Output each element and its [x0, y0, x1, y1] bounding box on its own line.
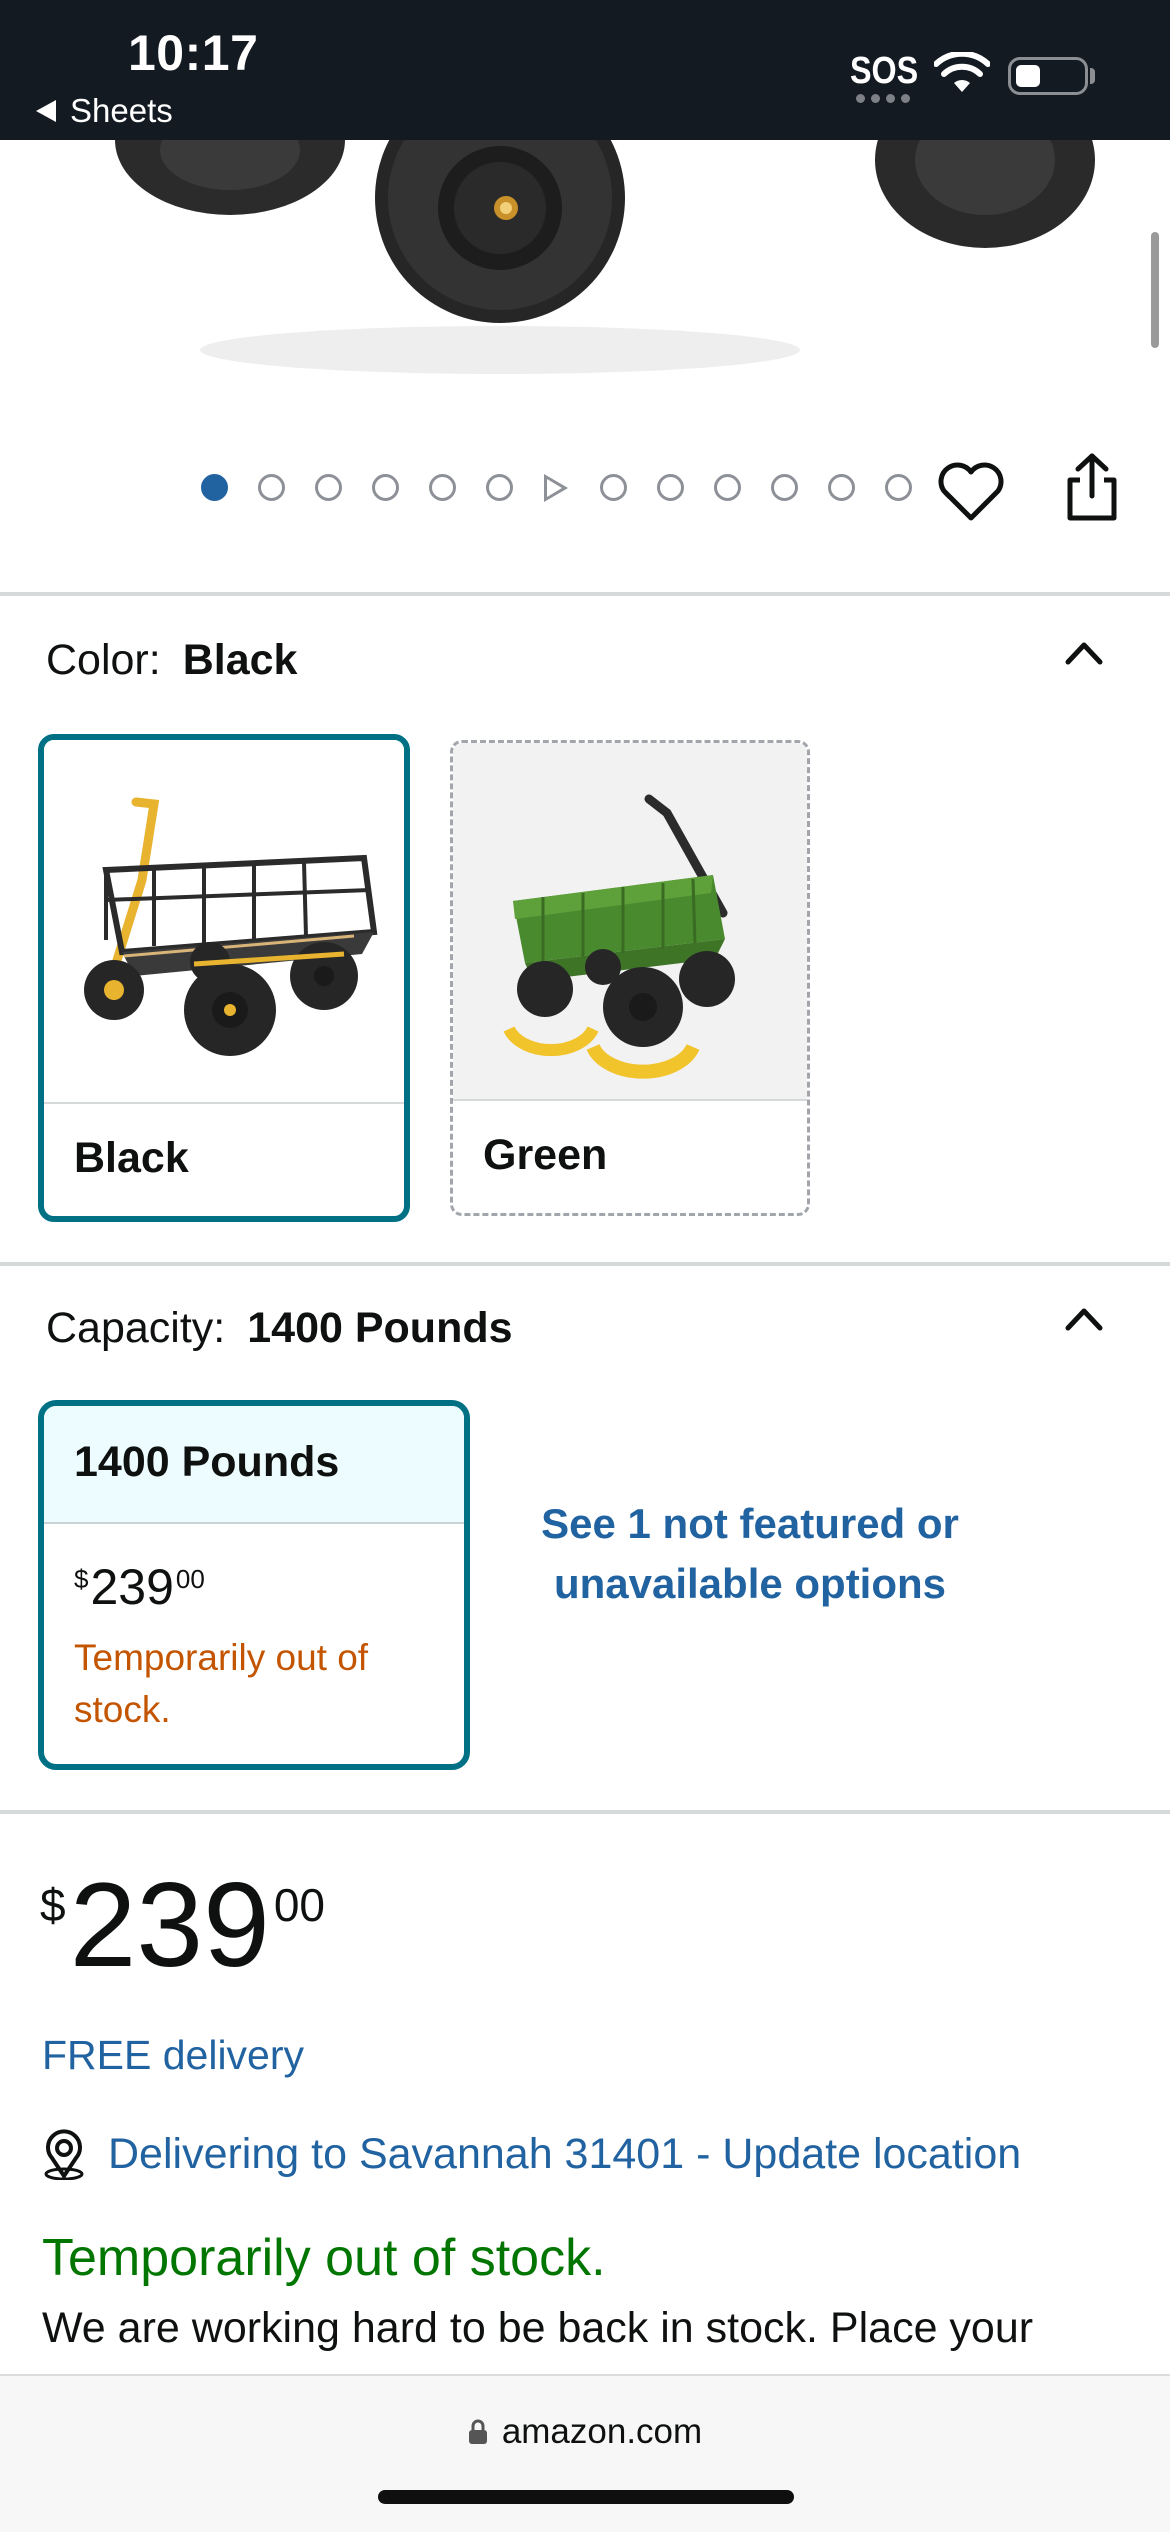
see-unavailable-options-link[interactable]: See 1 not featured or unavailable option…	[520, 1494, 980, 1614]
lock-icon	[468, 2419, 487, 2444]
color-option-black[interactable]: Black	[38, 734, 410, 1222]
back-app-label: Sheets	[70, 92, 173, 129]
battery-icon	[1008, 57, 1088, 95]
back-arrow-icon	[36, 100, 56, 122]
scrollbar-thumb[interactable]	[1151, 232, 1159, 348]
capacity-option-stock-status: Temporarily out of stock.	[74, 1637, 369, 1730]
share-icon[interactable]	[1062, 452, 1122, 524]
chevron-up-icon[interactable]	[1064, 638, 1104, 666]
price-symbol: $	[40, 1879, 66, 1931]
color-option-green-label: Green	[483, 1131, 608, 1179]
price-symbol: $	[74, 1564, 89, 1594]
video-play-icon[interactable]	[544, 474, 568, 502]
carousel-dot[interactable]	[315, 474, 342, 501]
color-label: Color: Black	[46, 636, 297, 685]
capacity-selected-value: 1400 Pounds	[247, 1304, 513, 1352]
section-divider	[0, 1262, 1170, 1266]
carousel-dot[interactable]	[828, 474, 855, 501]
heart-icon[interactable]	[936, 460, 1006, 524]
tile-separator	[453, 1099, 807, 1101]
battery-nub	[1090, 68, 1095, 84]
carousel-dot[interactable]	[429, 474, 456, 501]
tile-separator	[44, 1102, 404, 1104]
status-time: 10:17	[128, 25, 259, 81]
url-text: amazon.com	[501, 2412, 703, 2451]
black-wagon-thumbnail	[44, 740, 404, 1102]
carousel-dot[interactable]	[258, 474, 285, 501]
section-divider	[0, 592, 1170, 596]
capacity-option-price: $ 239 00	[74, 1558, 205, 1616]
sos-indicator: SOS	[850, 50, 919, 92]
price-fraction: 00	[175, 1564, 205, 1594]
signal-dots-icon	[856, 94, 910, 103]
wifi-icon	[934, 52, 990, 92]
back-to-app-button[interactable]: Sheets	[36, 92, 173, 130]
capacity-label: Capacity: 1400 Pounds	[46, 1304, 513, 1353]
color-label-text: Color:	[46, 636, 161, 684]
carousel-dot[interactable]	[486, 474, 513, 501]
carousel-dot[interactable]	[885, 474, 912, 501]
delivery-location-link[interactable]: Delivering to Savannah 31401 - Update lo…	[40, 2128, 1021, 2180]
green-wagon-thumbnail	[453, 743, 807, 1099]
product-price: $ 239 00	[40, 1860, 325, 1990]
color-option-black-label: Black	[74, 1134, 189, 1182]
carousel-dot[interactable]	[714, 474, 741, 501]
black-wagon-image	[84, 797, 378, 1056]
location-pin-icon	[44, 2129, 84, 2180]
carousel-dot[interactable]	[657, 474, 684, 501]
carousel-dot-active[interactable]	[201, 474, 228, 501]
availability-title: Temporarily out of stock.	[42, 2229, 606, 2287]
capacity-label-text: Capacity:	[46, 1304, 226, 1352]
carousel-dot[interactable]	[771, 474, 798, 501]
url-row[interactable]: amazon.com	[0, 2412, 1170, 2452]
color-selected-value: Black	[182, 636, 298, 684]
browser-address-bar[interactable]: amazon.com	[0, 2374, 1170, 2532]
price-fraction: 00	[273, 1879, 325, 1931]
price-whole: 239	[90, 1559, 174, 1615]
color-option-green[interactable]: Green	[450, 740, 810, 1216]
status-bar: 10:17 Sheets SOS	[0, 0, 1170, 140]
capacity-option-label: 1400 Pounds	[74, 1438, 340, 1486]
price-whole: 239	[69, 1858, 270, 1992]
chevron-up-icon[interactable]	[1064, 1304, 1104, 1332]
capacity-option-1400-pounds[interactable]: 1400 Pounds $ 239 00 Temporarily out of …	[38, 1400, 470, 1770]
green-wagon-image	[503, 794, 735, 1079]
home-indicator[interactable]	[378, 2490, 794, 2504]
section-divider	[0, 1810, 1170, 1814]
carousel-dot[interactable]	[372, 474, 399, 501]
free-delivery-link[interactable]: FREE delivery	[42, 2032, 304, 2079]
delivery-location-text: Delivering to Savannah 31401 - Update lo…	[108, 2129, 1022, 2178]
carousel-dot[interactable]	[600, 474, 627, 501]
capacity-option-header: 1400 Pounds	[44, 1406, 464, 1524]
